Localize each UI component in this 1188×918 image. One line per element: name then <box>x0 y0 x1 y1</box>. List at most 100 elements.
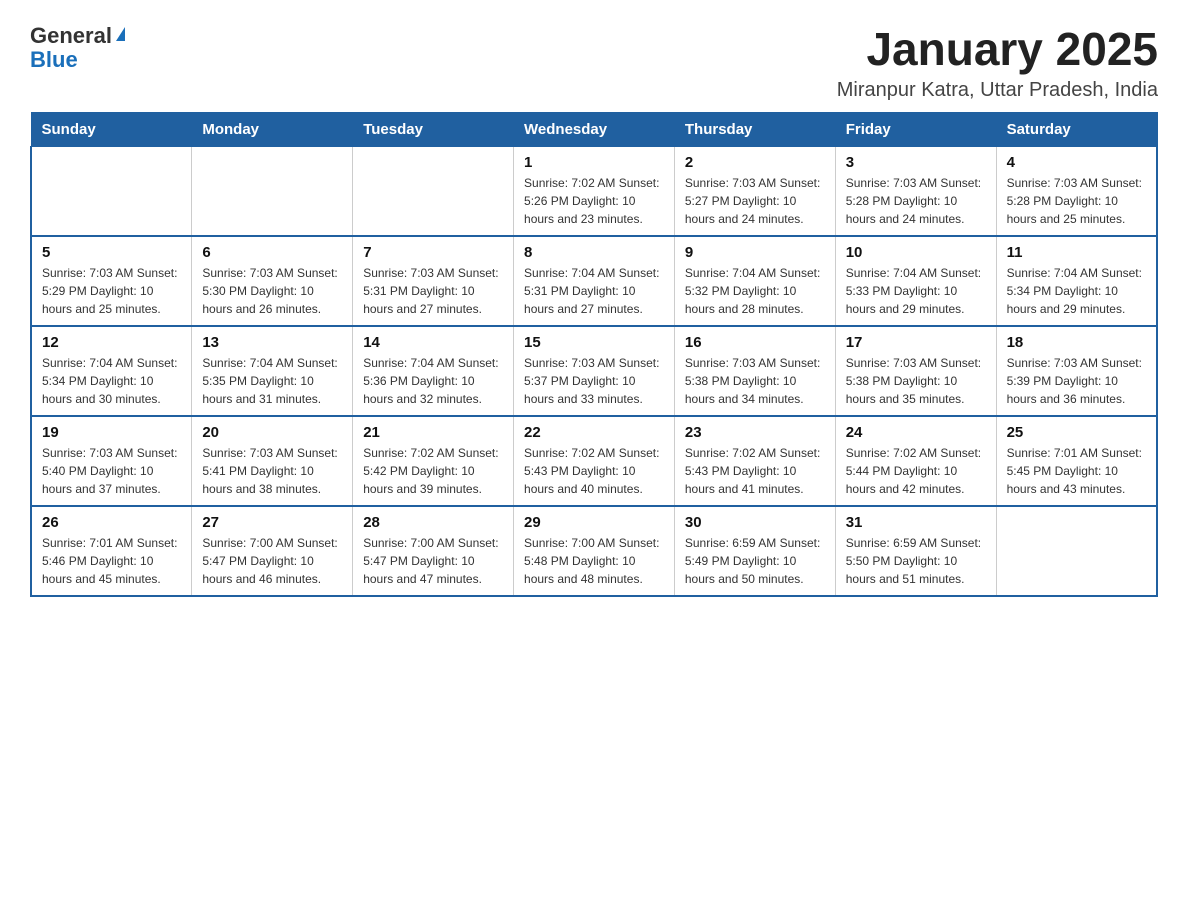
calendar-title: January 2025 <box>837 24 1158 75</box>
day-number: 14 <box>363 334 503 351</box>
day-info: Sunrise: 7:02 AM Sunset: 5:26 PM Dayligh… <box>524 174 664 228</box>
day-info: Sunrise: 7:04 AM Sunset: 5:36 PM Dayligh… <box>363 354 503 408</box>
day-number: 3 <box>846 154 986 171</box>
day-info: Sunrise: 7:04 AM Sunset: 5:35 PM Dayligh… <box>202 354 342 408</box>
day-number: 31 <box>846 514 986 531</box>
day-info: Sunrise: 7:03 AM Sunset: 5:31 PM Dayligh… <box>363 264 503 318</box>
calendar-cell: 15 Sunrise: 7:03 AM Sunset: 5:37 PM Dayli… <box>514 326 675 416</box>
calendar-cell: 26Sunrise: 7:01 AM Sunset: 5:46 PM Dayli… <box>31 506 192 596</box>
calendar-cell: 1 Sunrise: 7:02 AM Sunset: 5:26 PM Daylig… <box>514 146 675 236</box>
day-number: 13 <box>202 334 342 351</box>
week-row-2: 5 Sunrise: 7:03 AM Sunset: 5:29 PM Daylig… <box>31 236 1157 326</box>
calendar-cell: 16Sunrise: 7:03 AM Sunset: 5:38 PM Dayli… <box>674 326 835 416</box>
day-number: 29 <box>524 514 664 531</box>
day-info: Sunrise: 7:03 AM Sunset: 5:28 PM Dayligh… <box>846 174 986 228</box>
day-number: 17 <box>846 334 986 351</box>
logo-general-text: General <box>30 23 112 48</box>
day-number: 4 <box>1007 154 1146 171</box>
day-header-wednesday: Wednesday <box>514 112 675 146</box>
day-number: 12 <box>42 334 181 351</box>
calendar-cell: 31 Sunrise: 6:59 AM Sunset: 5:50 PM Dayli… <box>835 506 996 596</box>
day-info: Sunrise: 7:00 AM Sunset: 5:47 PM Dayligh… <box>202 534 342 588</box>
day-info: Sunrise: 7:03 AM Sunset: 5:38 PM Dayligh… <box>846 354 986 408</box>
calendar-cell: 18Sunrise: 7:03 AM Sunset: 5:39 PM Dayli… <box>996 326 1157 416</box>
day-number: 16 <box>685 334 825 351</box>
calendar-header: SundayMondayTuesdayWednesdayThursdayFrid… <box>31 112 1157 146</box>
day-info: Sunrise: 7:03 AM Sunset: 5:37 PM Dayligh… <box>524 354 664 408</box>
day-info: Sunrise: 7:04 AM Sunset: 5:33 PM Dayligh… <box>846 264 986 318</box>
day-number: 9 <box>685 244 825 261</box>
calendar-cell: 13 Sunrise: 7:04 AM Sunset: 5:35 PM Dayli… <box>192 326 353 416</box>
day-info: Sunrise: 7:03 AM Sunset: 5:29 PM Dayligh… <box>42 264 181 318</box>
day-info: Sunrise: 7:02 AM Sunset: 5:44 PM Dayligh… <box>846 444 986 498</box>
day-header-saturday: Saturday <box>996 112 1157 146</box>
day-number: 22 <box>524 424 664 441</box>
calendar-cell: 30Sunrise: 6:59 AM Sunset: 5:49 PM Dayli… <box>674 506 835 596</box>
day-number: 28 <box>363 514 503 531</box>
calendar-table: SundayMondayTuesdayWednesdayThursdayFrid… <box>30 112 1158 597</box>
calendar-cell: 14 Sunrise: 7:04 AM Sunset: 5:36 PM Dayli… <box>353 326 514 416</box>
day-header-monday: Monday <box>192 112 353 146</box>
day-header-row: SundayMondayTuesdayWednesdayThursdayFrid… <box>31 112 1157 146</box>
calendar-cell: 29 Sunrise: 7:00 AM Sunset: 5:48 PM Dayli… <box>514 506 675 596</box>
calendar-cell <box>996 506 1157 596</box>
day-info: Sunrise: 7:04 AM Sunset: 5:31 PM Dayligh… <box>524 264 664 318</box>
day-number: 15 <box>524 334 664 351</box>
day-info: Sunrise: 7:04 AM Sunset: 5:32 PM Dayligh… <box>685 264 825 318</box>
day-number: 1 <box>524 154 664 171</box>
day-info: Sunrise: 7:04 AM Sunset: 5:34 PM Dayligh… <box>42 354 181 408</box>
day-header-friday: Friday <box>835 112 996 146</box>
day-info: Sunrise: 7:00 AM Sunset: 5:48 PM Dayligh… <box>524 534 664 588</box>
day-number: 7 <box>363 244 503 261</box>
day-number: 30 <box>685 514 825 531</box>
calendar-subtitle: Miranpur Katra, Uttar Pradesh, India <box>837 79 1158 102</box>
calendar-cell: 12 Sunrise: 7:04 AM Sunset: 5:34 PM Dayli… <box>31 326 192 416</box>
day-number: 27 <box>202 514 342 531</box>
day-number: 10 <box>846 244 986 261</box>
logo: General Blue <box>30 24 125 72</box>
day-header-tuesday: Tuesday <box>353 112 514 146</box>
day-number: 24 <box>846 424 986 441</box>
calendar-cell <box>192 146 353 236</box>
day-info: Sunrise: 7:01 AM Sunset: 5:46 PM Dayligh… <box>42 534 181 588</box>
calendar-cell: 5 Sunrise: 7:03 AM Sunset: 5:29 PM Daylig… <box>31 236 192 326</box>
calendar-cell: 25 Sunrise: 7:01 AM Sunset: 5:45 PM Dayli… <box>996 416 1157 506</box>
calendar-body: 1 Sunrise: 7:02 AM Sunset: 5:26 PM Daylig… <box>31 146 1157 596</box>
logo-triangle-icon <box>116 27 125 41</box>
calendar-cell: 2Sunrise: 7:03 AM Sunset: 5:27 PM Daylig… <box>674 146 835 236</box>
day-number: 23 <box>685 424 825 441</box>
day-info: Sunrise: 6:59 AM Sunset: 5:50 PM Dayligh… <box>846 534 986 588</box>
page-header: General Blue January 2025 Miranpur Katra… <box>30 24 1158 102</box>
day-info: Sunrise: 7:03 AM Sunset: 5:39 PM Dayligh… <box>1007 354 1146 408</box>
calendar-cell: 21Sunrise: 7:02 AM Sunset: 5:42 PM Dayli… <box>353 416 514 506</box>
day-info: Sunrise: 7:03 AM Sunset: 5:41 PM Dayligh… <box>202 444 342 498</box>
calendar-cell: 20Sunrise: 7:03 AM Sunset: 5:41 PM Dayli… <box>192 416 353 506</box>
day-info: Sunrise: 7:03 AM Sunset: 5:27 PM Dayligh… <box>685 174 825 228</box>
calendar-cell: 24 Sunrise: 7:02 AM Sunset: 5:44 PM Dayli… <box>835 416 996 506</box>
calendar-cell: 27 Sunrise: 7:00 AM Sunset: 5:47 PM Dayli… <box>192 506 353 596</box>
calendar-cell: 11 Sunrise: 7:04 AM Sunset: 5:34 PM Dayli… <box>996 236 1157 326</box>
day-header-sunday: Sunday <box>31 112 192 146</box>
week-row-3: 12 Sunrise: 7:04 AM Sunset: 5:34 PM Dayli… <box>31 326 1157 416</box>
week-row-5: 26Sunrise: 7:01 AM Sunset: 5:46 PM Dayli… <box>31 506 1157 596</box>
day-number: 8 <box>524 244 664 261</box>
day-info: Sunrise: 7:03 AM Sunset: 5:28 PM Dayligh… <box>1007 174 1146 228</box>
day-number: 11 <box>1007 244 1146 261</box>
week-row-1: 1 Sunrise: 7:02 AM Sunset: 5:26 PM Daylig… <box>31 146 1157 236</box>
day-number: 5 <box>42 244 181 261</box>
calendar-cell: 6Sunrise: 7:03 AM Sunset: 5:30 PM Daylig… <box>192 236 353 326</box>
day-number: 19 <box>42 424 181 441</box>
day-info: Sunrise: 7:00 AM Sunset: 5:47 PM Dayligh… <box>363 534 503 588</box>
calendar-cell: 19Sunrise: 7:03 AM Sunset: 5:40 PM Dayli… <box>31 416 192 506</box>
calendar-cell <box>31 146 192 236</box>
day-number: 25 <box>1007 424 1146 441</box>
day-info: Sunrise: 7:01 AM Sunset: 5:45 PM Dayligh… <box>1007 444 1146 498</box>
calendar-cell: 17 Sunrise: 7:03 AM Sunset: 5:38 PM Dayli… <box>835 326 996 416</box>
calendar-cell: 28 Sunrise: 7:00 AM Sunset: 5:47 PM Dayli… <box>353 506 514 596</box>
day-info: Sunrise: 7:02 AM Sunset: 5:43 PM Dayligh… <box>685 444 825 498</box>
day-number: 21 <box>363 424 503 441</box>
calendar-cell: 23 Sunrise: 7:02 AM Sunset: 5:43 PM Dayli… <box>674 416 835 506</box>
calendar-cell <box>353 146 514 236</box>
calendar-cell: 9 Sunrise: 7:04 AM Sunset: 5:32 PM Daylig… <box>674 236 835 326</box>
day-info: Sunrise: 7:04 AM Sunset: 5:34 PM Dayligh… <box>1007 264 1146 318</box>
